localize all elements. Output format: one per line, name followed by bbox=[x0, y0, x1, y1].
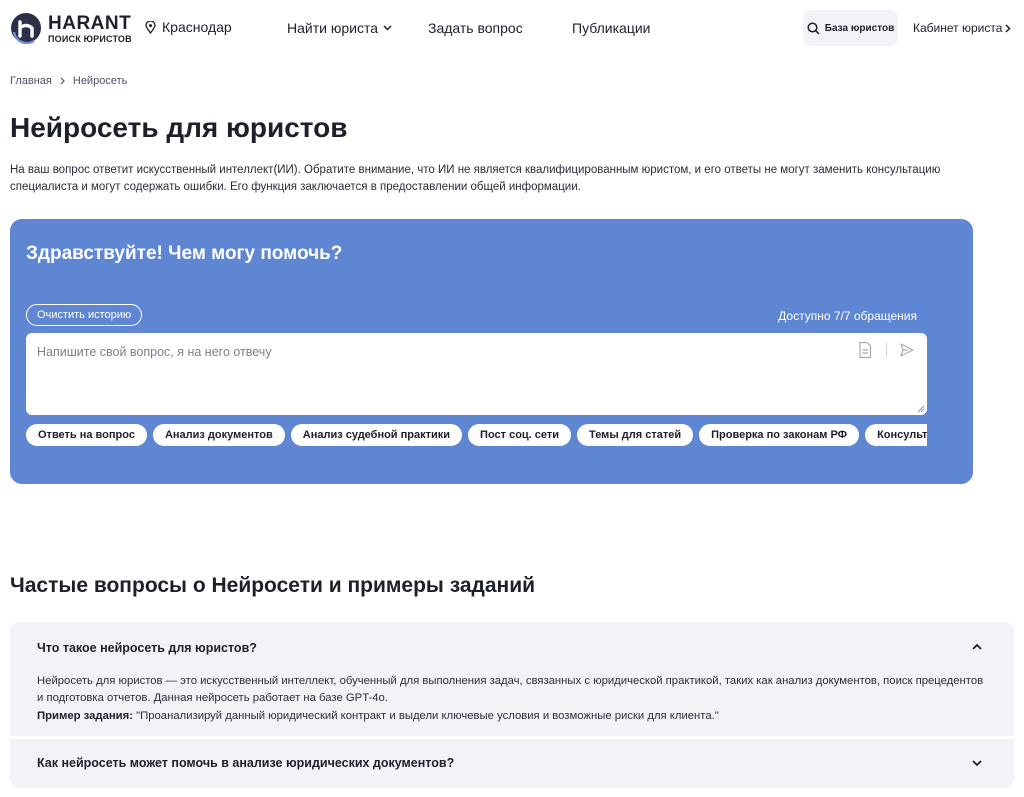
logo-subtitle: ПОИСК ЮРИСТОВ bbox=[48, 34, 132, 44]
page-title: Нейросеть для юристов bbox=[10, 112, 348, 143]
faq-separator bbox=[10, 736, 1014, 739]
lawyer-database-label: База юристов bbox=[824, 22, 895, 34]
harant-logo-icon bbox=[11, 13, 41, 44]
faq-title: Частые вопросы о Нейросети и примеры зад… bbox=[10, 574, 536, 597]
lawyer-cabinet-link[interactable]: Кабинет юриста bbox=[913, 21, 1011, 35]
lawyer-database-button[interactable]: База юристов bbox=[803, 10, 898, 46]
chat-greeting: Здравствуйте! Чем могу помочь? bbox=[26, 243, 343, 264]
chat-input-container bbox=[26, 333, 927, 415]
lawyer-cabinet-label: Кабинет юриста bbox=[913, 21, 1003, 35]
chevron-up-icon[interactable] bbox=[970, 642, 984, 652]
chip-law-consultation[interactable]: Консультации по закону bbox=[865, 424, 927, 446]
chip-document-analysis[interactable]: Анализ документов bbox=[152, 424, 285, 446]
breadcrumb-home[interactable]: Главная bbox=[10, 75, 52, 87]
page-intro: На ваш вопрос ответит искусственный инте… bbox=[10, 164, 941, 193]
chevron-down-icon bbox=[383, 25, 392, 31]
site-header: HARANT ПОИСК ЮРИСТОВ Краснодар Найти юри… bbox=[0, 0, 1024, 57]
faq-question-2[interactable]: Как нейросеть может помочь в анализе юри… bbox=[37, 756, 454, 770]
quick-prompt-chips: Ответь на вопрос Анализ документов Анали… bbox=[26, 424, 927, 448]
nav-ask-question[interactable]: Задать вопрос bbox=[428, 20, 523, 36]
city-name: Краснодар bbox=[162, 19, 232, 35]
faq-example-1: Пример задания: "Проанализируй данный юр… bbox=[37, 708, 987, 725]
resize-handle-icon[interactable] bbox=[917, 405, 925, 413]
location-pin-icon bbox=[145, 20, 156, 34]
chip-social-post[interactable]: Пост соц. сети bbox=[468, 424, 572, 446]
send-icon[interactable] bbox=[899, 342, 915, 358]
chevron-right-icon bbox=[1005, 23, 1011, 33]
city-selector[interactable]: Краснодар bbox=[145, 19, 232, 35]
faq-example-text: "Проанализируй данный юридический контра… bbox=[132, 710, 719, 722]
nav-find-lawyer[interactable]: Найти юриста bbox=[287, 20, 392, 36]
chevron-right-icon bbox=[60, 77, 65, 85]
ai-chat-panel: Здравствуйте! Чем могу помочь? Очистить … bbox=[10, 219, 973, 484]
input-divider bbox=[886, 343, 887, 357]
chat-question-input[interactable] bbox=[26, 333, 927, 415]
nav-find-lawyer-label: Найти юриста bbox=[287, 20, 378, 36]
harant-logo[interactable]: HARANT ПОИСК ЮРИСТОВ bbox=[10, 12, 132, 46]
search-icon bbox=[807, 21, 820, 35]
chevron-down-icon[interactable] bbox=[970, 758, 984, 768]
faq-accordion: Что такое нейросеть для юристов? Нейросе… bbox=[10, 622, 1014, 788]
breadcrumb-current: Нейросеть bbox=[72, 75, 128, 87]
chip-law-check[interactable]: Проверка по законам РФ bbox=[699, 424, 860, 446]
chip-answer-question[interactable]: Ответь на вопрос bbox=[26, 424, 147, 446]
requests-quota: Доступно 7/7 обращения bbox=[778, 309, 917, 323]
chip-court-practice-analysis[interactable]: Анализ судебной практики bbox=[290, 424, 463, 446]
faq-answer-1: Нейросеть для юристов — это искусственны… bbox=[37, 675, 984, 704]
faq-question-1[interactable]: Что такое нейросеть для юристов? bbox=[37, 641, 257, 655]
nav-publications[interactable]: Публикации bbox=[572, 20, 650, 36]
logo-name: HARANT bbox=[48, 13, 132, 34]
document-icon[interactable] bbox=[857, 341, 873, 359]
chip-article-topics[interactable]: Темы для статей bbox=[577, 424, 694, 446]
faq-example-label: Пример задания: bbox=[37, 710, 133, 722]
clear-history-button[interactable]: Очистить историю bbox=[26, 304, 143, 326]
breadcrumb: Главная Нейросеть bbox=[10, 75, 127, 87]
